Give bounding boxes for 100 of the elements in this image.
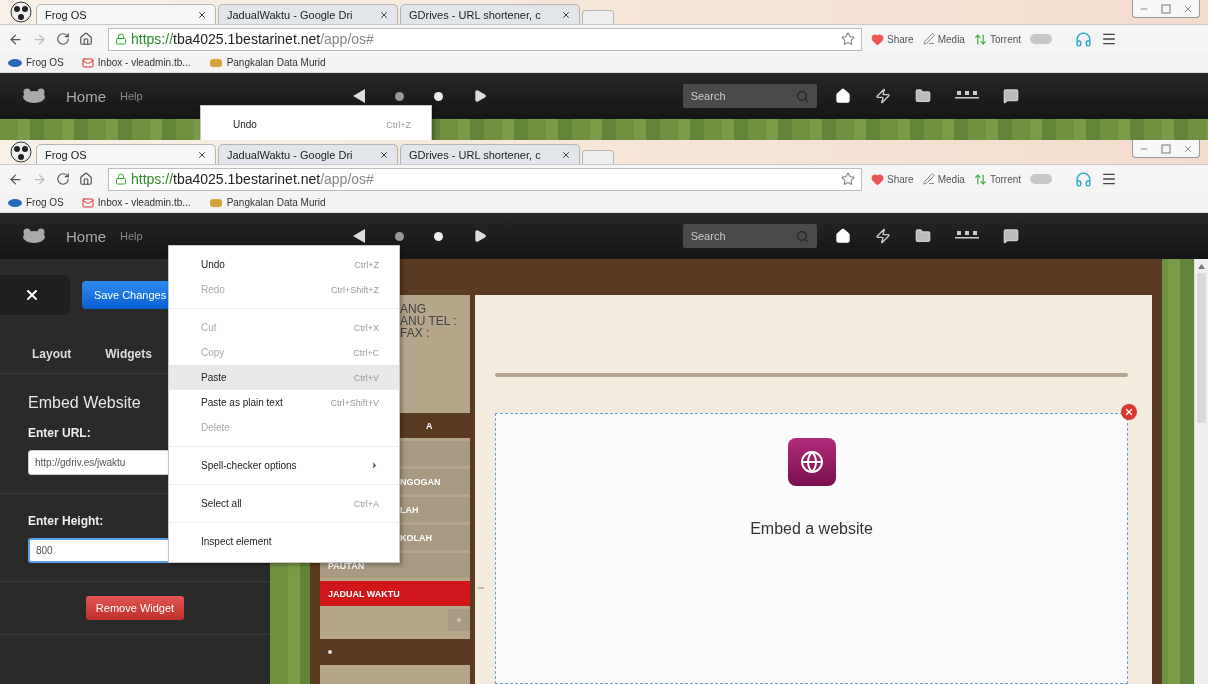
pen-icon xyxy=(922,173,935,185)
panel-tab[interactable]: Layout xyxy=(32,347,72,361)
close-icon[interactable] xyxy=(561,9,571,20)
extension-button[interactable]: Torrent xyxy=(973,172,1022,186)
menu-item[interactable]: Select all Ctrl+A xyxy=(169,491,399,516)
embed-caption: Embed a website xyxy=(750,520,873,538)
close-icon[interactable] xyxy=(379,149,389,160)
search-icon xyxy=(795,89,809,103)
extension-button[interactable]: Media xyxy=(922,33,965,45)
dot-icon[interactable] xyxy=(394,91,404,101)
close-icon[interactable] xyxy=(197,149,207,160)
menu-item[interactable]: Undo Ctrl+Z xyxy=(169,252,399,277)
header-text: FAX : xyxy=(400,327,430,339)
frog-logo-icon[interactable] xyxy=(22,228,46,244)
browser-tab[interactable]: JadualWaktu - Google Dri xyxy=(218,144,398,164)
bookmark-link[interactable]: Pangkalan Data Murid xyxy=(208,197,326,208)
extension-button[interactable]: Torrent xyxy=(973,32,1022,46)
star-icon[interactable] xyxy=(841,172,855,186)
ball-icon[interactable] xyxy=(8,141,34,163)
search-field[interactable]: Search xyxy=(682,224,817,248)
address-bar[interactable]: https://tba4025.1bestarinet.net/app/os# xyxy=(108,27,862,51)
headphones-icon[interactable] xyxy=(1075,30,1093,48)
menu-icon[interactable] xyxy=(1101,31,1118,47)
play-icon[interactable] xyxy=(472,229,487,243)
extension-button[interactable]: Share xyxy=(871,172,914,186)
toggle-pill-icon[interactable] xyxy=(1030,34,1053,44)
plus-icon xyxy=(455,616,463,624)
dot-icon[interactable] xyxy=(433,231,443,241)
mail-icon xyxy=(81,56,94,69)
up-down-arrow-icon xyxy=(973,172,987,186)
ball-icon[interactable] xyxy=(8,1,34,23)
close-icon[interactable] xyxy=(561,149,571,160)
browser-tab[interactable]: Frog OS xyxy=(36,144,216,164)
heart-icon xyxy=(871,172,884,186)
mail-icon xyxy=(81,196,94,209)
frog-logo-icon[interactable] xyxy=(22,88,46,104)
field-label: Enter URL: xyxy=(28,426,91,440)
lightning-icon[interactable] xyxy=(874,228,891,244)
bookmark-link[interactable]: Inbox - vleadmin.tb... xyxy=(81,196,191,209)
back-icon[interactable] xyxy=(8,171,23,187)
browser-tab[interactable]: JadualWaktu - Google Dri xyxy=(218,4,398,24)
address-bar[interactable]: https://tba4025.1bestarinet.net/app/os# xyxy=(108,167,862,191)
close-icon xyxy=(1183,143,1193,154)
nav-item[interactable]: JADUAL WAKTU xyxy=(320,581,470,606)
lock-icon xyxy=(115,173,127,185)
up-down-arrow-icon xyxy=(973,32,987,46)
help-link[interactable]: Help xyxy=(120,90,143,102)
url-text: https://tba4025.1bestarinet.net/app/os# xyxy=(131,31,375,47)
previous-icon[interactable] xyxy=(352,89,365,103)
lightning-icon[interactable] xyxy=(874,88,891,104)
extension-button[interactable]: Media xyxy=(922,173,965,185)
browser-tab[interactable]: GDrives - URL shortener, c xyxy=(400,144,580,164)
close-icon xyxy=(1124,407,1134,417)
field-label: Enter Height: xyxy=(28,514,104,528)
star-icon[interactable] xyxy=(841,32,855,46)
browser-tab[interactable]: GDrives - URL shortener, c xyxy=(400,4,580,24)
home-link[interactable]: Home xyxy=(66,227,106,245)
browser-tab[interactable]: Frog OS xyxy=(36,4,216,24)
lock-icon xyxy=(115,33,127,45)
close-icon xyxy=(24,287,40,303)
menu-item[interactable]: Undo Ctrl+Z xyxy=(201,112,431,137)
bookmark-link[interactable]: Frog OS xyxy=(8,57,64,68)
panel-tab[interactable]: Widgets xyxy=(105,347,152,361)
pen-icon xyxy=(922,33,935,45)
bookmark-link[interactable]: Pangkalan Data Murid xyxy=(208,57,326,68)
bookmark-link[interactable]: Frog OS xyxy=(8,197,64,208)
chat-icon[interactable] xyxy=(1002,88,1019,104)
reload-icon[interactable] xyxy=(56,172,70,186)
dot-icon[interactable] xyxy=(433,91,443,101)
menu-item[interactable]: Paste Ctrl+V xyxy=(169,365,399,390)
play-icon[interactable] xyxy=(472,89,487,103)
close-badge-button[interactable] xyxy=(1121,404,1137,420)
up-arrow-icon[interactable] xyxy=(1198,263,1205,269)
home-link[interactable]: Home xyxy=(66,87,106,105)
toggle-pill-icon[interactable] xyxy=(1030,174,1053,184)
previous-icon[interactable] xyxy=(352,229,365,243)
folders-icon[interactable] xyxy=(914,88,931,104)
remove-widget-button[interactable]: Remove Widget xyxy=(85,596,185,620)
search-field[interactable]: Search xyxy=(682,84,817,108)
help-link[interactable]: Help xyxy=(120,230,143,242)
chat-icon[interactable] xyxy=(1002,228,1019,244)
menu-item[interactable]: Paste as plain text Ctrl+Shift+V xyxy=(169,390,399,415)
headphones-icon[interactable] xyxy=(1075,170,1093,188)
menu-icon[interactable] xyxy=(1101,171,1118,187)
folders-icon[interactable] xyxy=(914,228,931,244)
bookmark-link[interactable]: Inbox - vleadmin.tb... xyxy=(81,56,191,69)
section-title: Embed Website xyxy=(28,394,141,412)
close-icon[interactable] xyxy=(197,9,207,20)
scrollbar[interactable] xyxy=(1194,259,1208,684)
maximize-icon xyxy=(1161,143,1171,154)
extension-button[interactable]: Share xyxy=(871,32,914,46)
dot-icon[interactable] xyxy=(394,231,404,241)
close-icon[interactable] xyxy=(379,9,389,20)
submenu-arrow-icon xyxy=(370,461,379,470)
header-text: ANG xyxy=(400,303,426,315)
back-icon[interactable] xyxy=(8,31,23,47)
header-text: ANU TEL : xyxy=(400,315,457,327)
reload-icon[interactable] xyxy=(56,32,70,46)
globe-icon xyxy=(787,438,836,486)
embed-widget[interactable]: Embed a website xyxy=(495,413,1128,684)
